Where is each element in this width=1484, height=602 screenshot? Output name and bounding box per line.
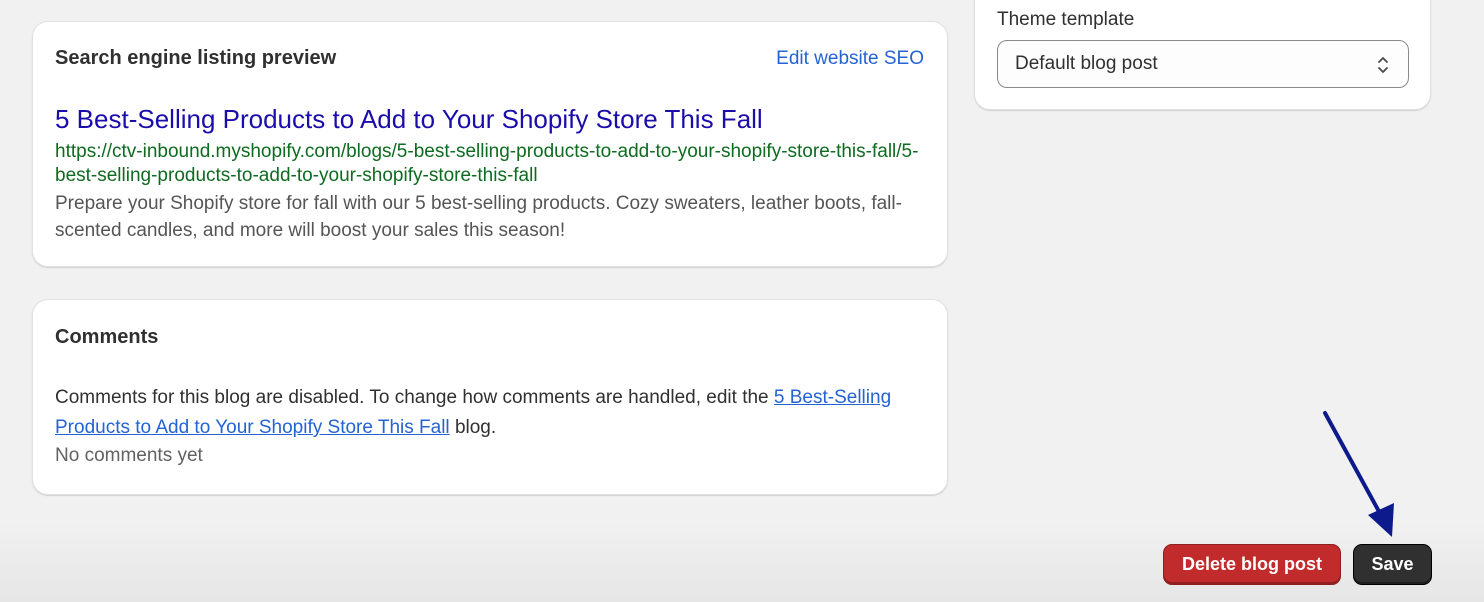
seo-preview-card: Search engine listing preview Edit websi… [32, 21, 948, 267]
theme-template-value: Default blog post [1015, 53, 1158, 74]
seo-preview-title: 5 Best-Selling Products to Add to Your S… [55, 104, 763, 134]
blog-post-editor: Search engine listing preview Edit websi… [0, 0, 1484, 602]
theme-template-select[interactable]: Default blog post [997, 40, 1409, 88]
comments-disabled-message: Comments for this blog are disabled. To … [55, 383, 925, 443]
save-button[interactable]: Save [1353, 544, 1432, 585]
delete-blog-post-button[interactable]: Delete blog post [1163, 544, 1341, 585]
select-arrows-icon [1378, 57, 1388, 73]
comments-text-after: blog. [449, 417, 497, 438]
seo-preview-heading: Search engine listing preview [55, 47, 337, 69]
theme-template-card: Theme template Default blog post [974, 0, 1431, 110]
theme-template-label: Theme template [997, 9, 1135, 30]
seo-preview-description: Prepare your Shopify store for fall with… [55, 193, 902, 241]
edit-website-seo-link[interactable]: Edit website SEO [776, 48, 924, 70]
no-comments-text: No comments yet [55, 445, 203, 466]
comments-card: Comments Comments for this blog are disa… [32, 299, 948, 495]
seo-preview-url: https://ctv-inbound.myshopify.com/blogs/… [55, 141, 919, 186]
comments-heading: Comments [55, 326, 159, 348]
comments-text-before: Comments for this blog are disabled. To … [55, 387, 774, 408]
